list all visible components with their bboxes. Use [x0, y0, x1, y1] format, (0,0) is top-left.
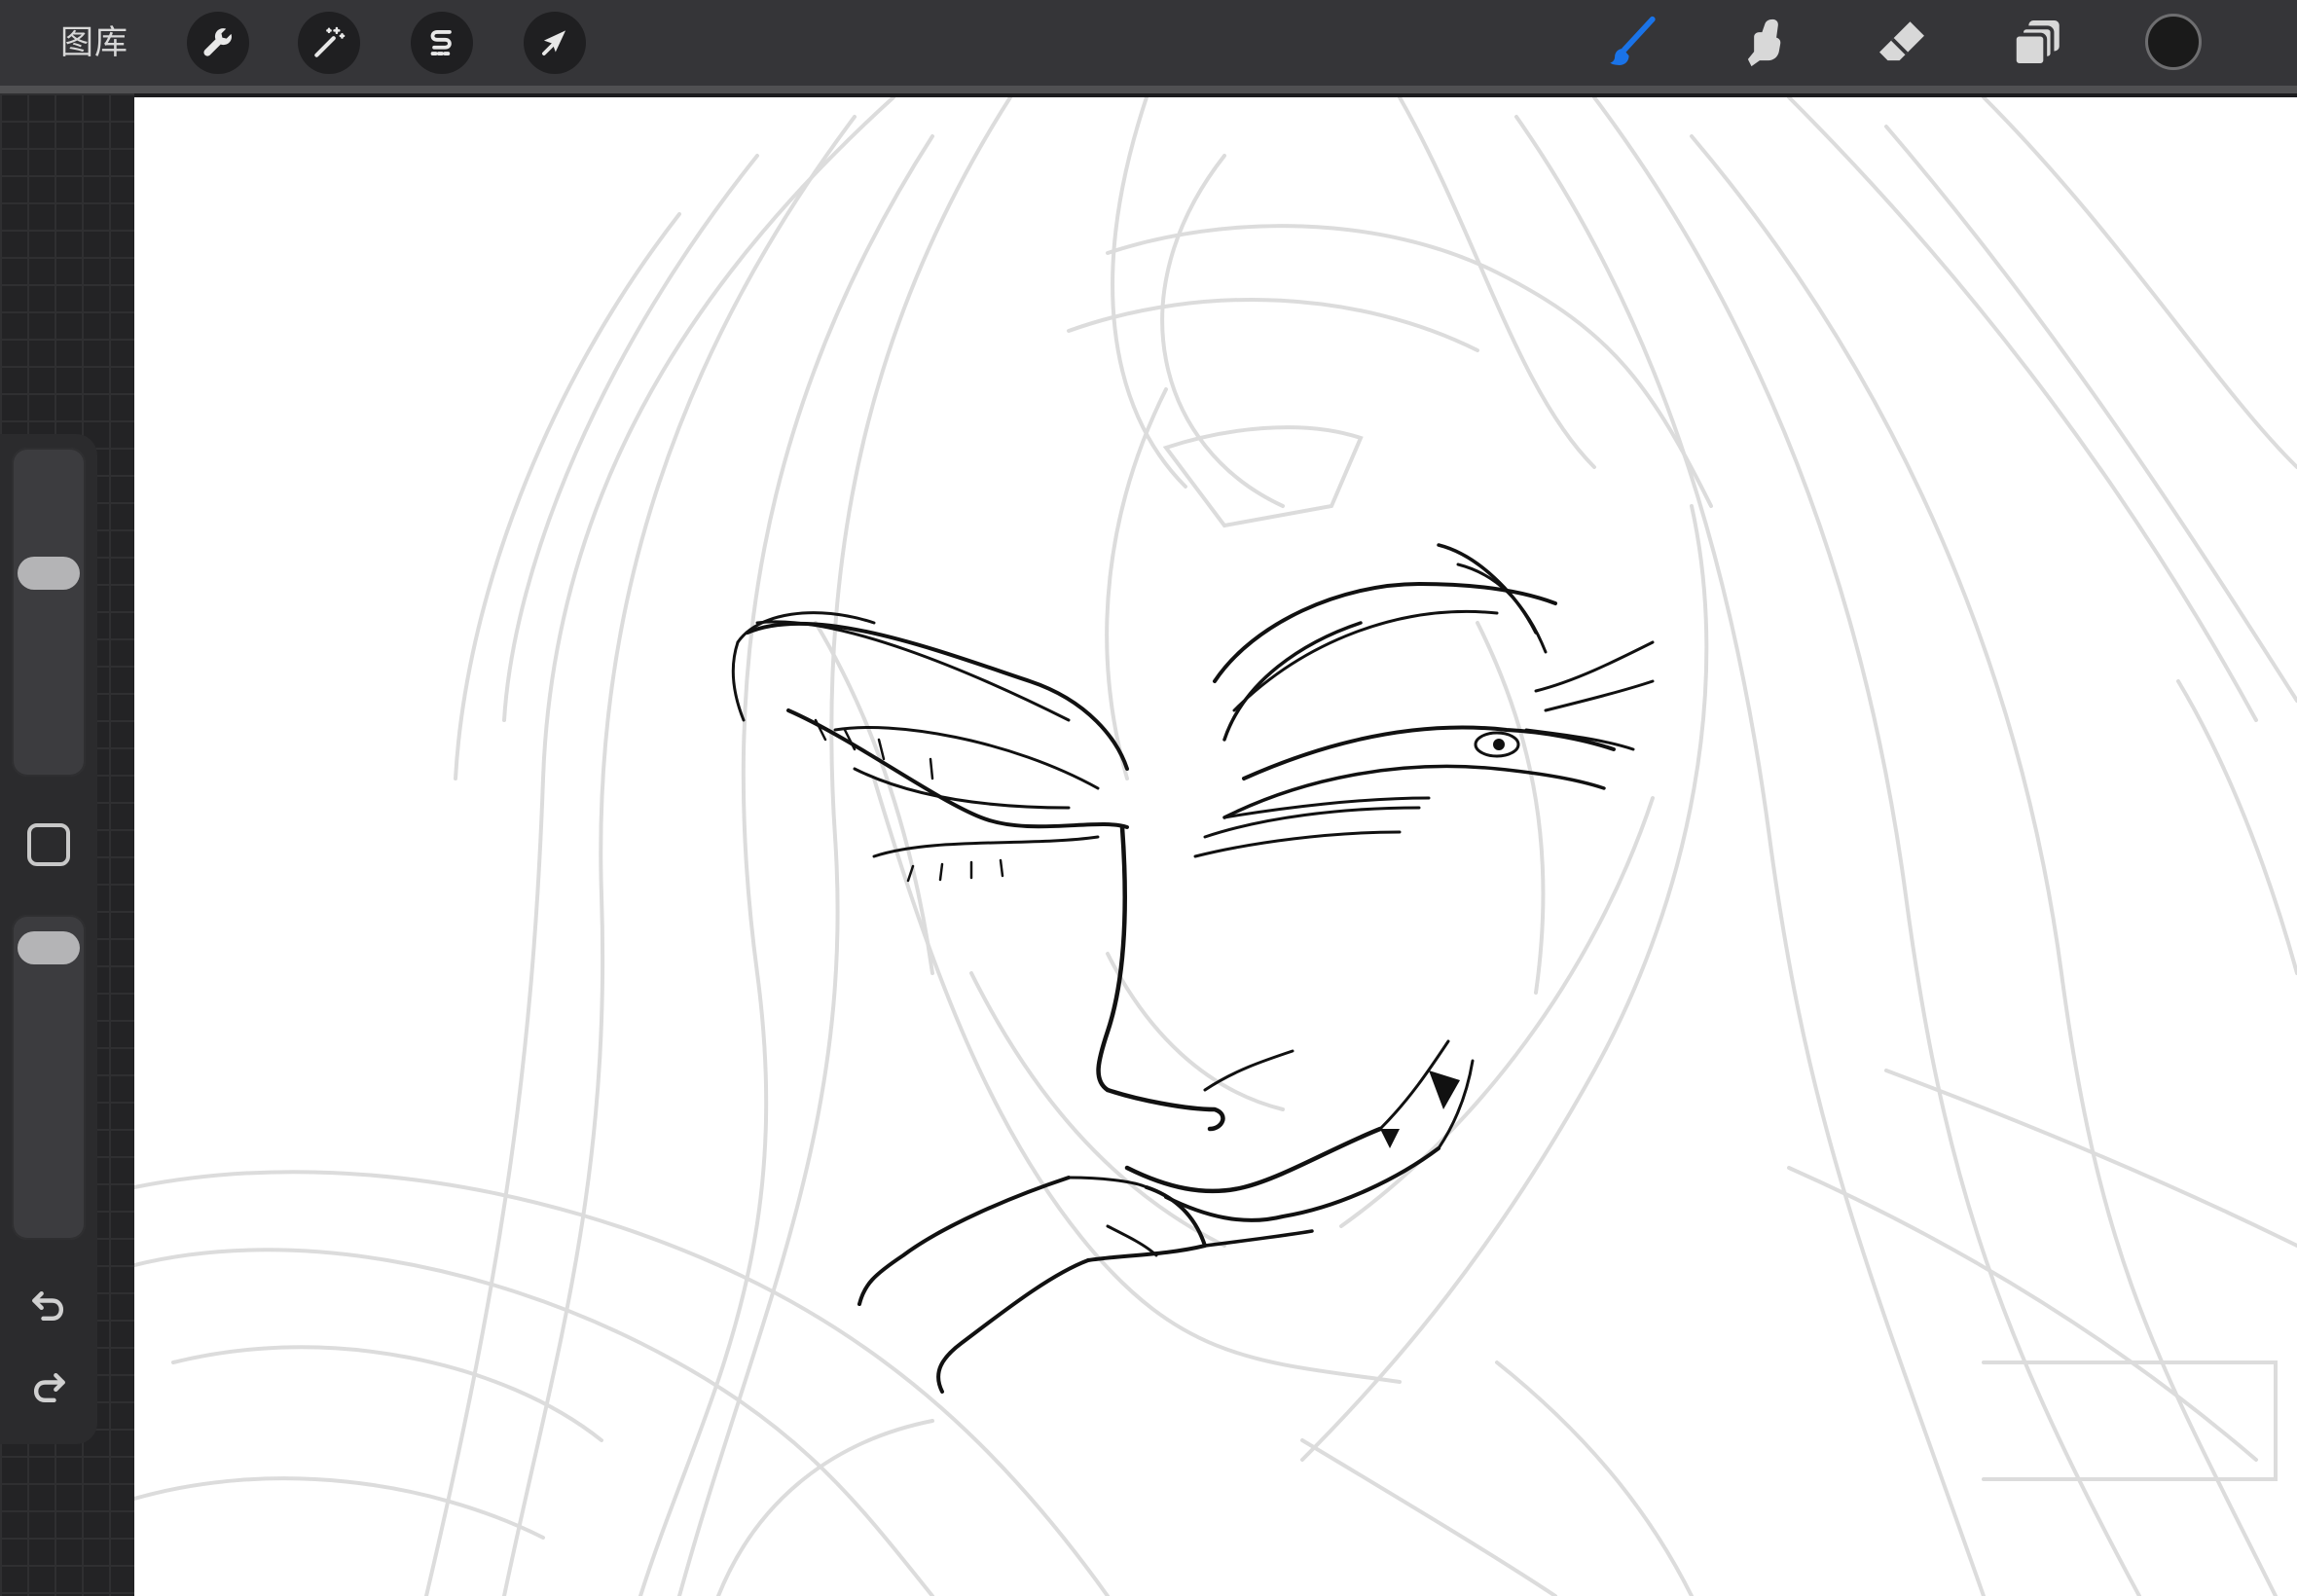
- eraser-icon: [1879, 21, 1924, 61]
- color-picker-button[interactable]: [2145, 14, 2202, 70]
- transform-button[interactable]: [524, 12, 586, 74]
- top-toolbar: 图库: [0, 0, 2297, 93]
- undo-icon: [32, 1290, 64, 1322]
- eraser-tool-button[interactable]: [1873, 14, 1931, 72]
- layers-icon: [2012, 20, 2060, 67]
- brush-size-handle[interactable]: [18, 556, 80, 590]
- brush-tool-button[interactable]: [1602, 14, 1660, 72]
- undo-button[interactable]: [23, 1281, 74, 1331]
- opacity-handle[interactable]: [18, 930, 80, 964]
- magic-wand-icon: [314, 26, 346, 57]
- selection-button[interactable]: [411, 12, 473, 74]
- gallery-button[interactable]: 图库: [60, 19, 128, 66]
- opacity-slider[interactable]: [12, 915, 86, 1240]
- smudge-tool-button[interactable]: [1736, 14, 1795, 72]
- brush-size-slider[interactable]: [12, 448, 86, 777]
- sketch-artwork: [134, 97, 2297, 1596]
- layers-button[interactable]: [2009, 14, 2067, 72]
- sketch-layer: [134, 97, 2297, 1596]
- selection-s-icon: [430, 30, 454, 55]
- smudge-finger-icon: [1747, 18, 1781, 67]
- ink-layer: [731, 543, 1655, 1394]
- modify-button[interactable]: [27, 823, 70, 866]
- brush-icon: [1610, 16, 1656, 65]
- adjustments-button[interactable]: [298, 12, 360, 74]
- actions-button[interactable]: [187, 12, 249, 74]
- redo-icon: [33, 1372, 65, 1403]
- left-sidebar: [0, 434, 97, 1444]
- arrow-cursor-icon: [542, 30, 566, 55]
- redo-button[interactable]: [23, 1362, 74, 1413]
- wrench-icon: [203, 28, 232, 56]
- procreate-app: 图库: [0, 0, 2297, 1596]
- drawing-canvas[interactable]: [134, 97, 2297, 1596]
